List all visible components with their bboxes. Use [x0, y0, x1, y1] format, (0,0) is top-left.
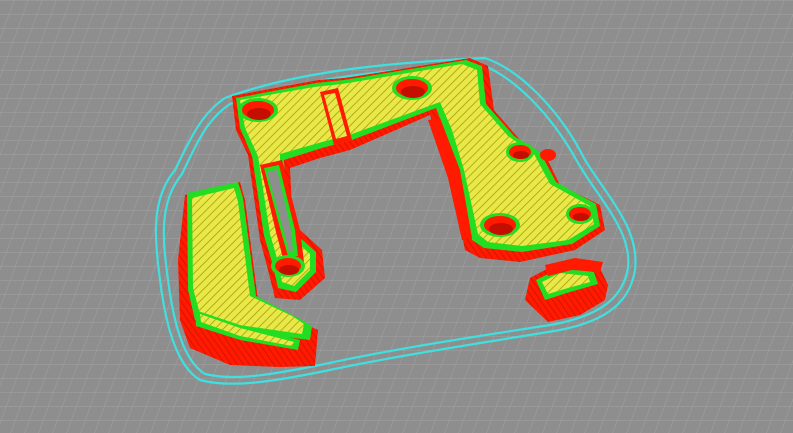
mounting-hole — [480, 213, 520, 237]
mounting-hole — [271, 255, 305, 277]
mounting-hole — [392, 76, 432, 100]
mounting-hole — [238, 98, 278, 122]
mounting-hole — [506, 142, 534, 162]
slicer-3d-viewport[interactable] — [0, 0, 793, 433]
mounting-hole — [540, 149, 556, 161]
mounting-hole — [566, 204, 594, 224]
toolpath-preview-scene[interactable] — [0, 0, 793, 433]
